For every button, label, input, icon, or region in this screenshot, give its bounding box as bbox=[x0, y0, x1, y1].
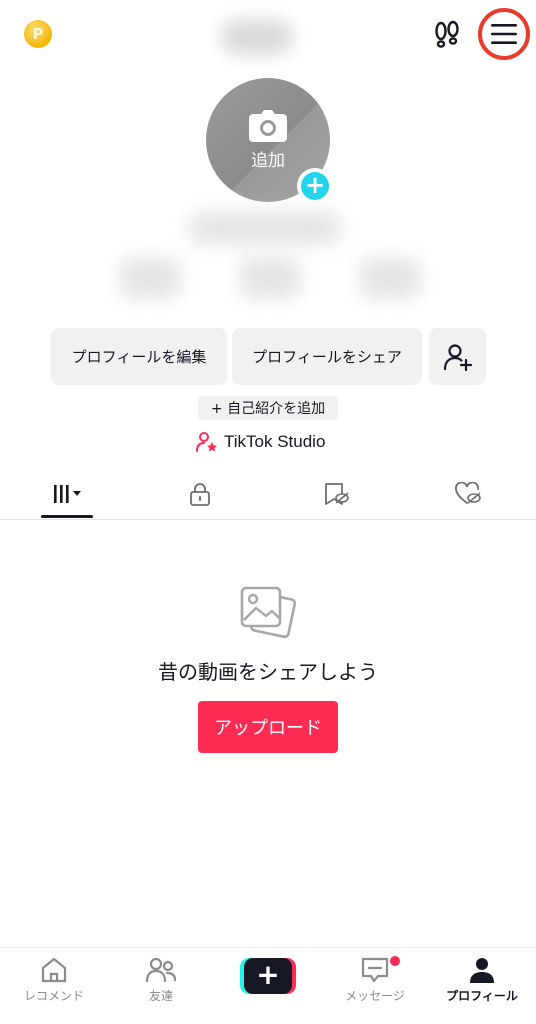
inbox-icon bbox=[361, 957, 389, 983]
edit-profile-label: プロフィールを編集 bbox=[71, 348, 207, 366]
add-bio-button[interactable]: + 自己紹介を追加 bbox=[198, 396, 338, 420]
photos-icon bbox=[238, 582, 298, 642]
coin-icon[interactable]: P bbox=[24, 20, 52, 48]
liked-hidden-icon bbox=[455, 482, 481, 504]
nav-home[interactable]: レコメンド bbox=[4, 956, 104, 1004]
nav-friends-label: 友達 bbox=[148, 989, 173, 1003]
create-button[interactable]: + bbox=[240, 958, 296, 994]
tab-liked[interactable] bbox=[428, 468, 508, 520]
hamburger-menu-icon bbox=[491, 24, 517, 44]
videos-grid-icon bbox=[54, 485, 81, 503]
tab-videos[interactable] bbox=[28, 468, 108, 520]
following-count-blurred bbox=[120, 258, 180, 298]
add-user-icon bbox=[443, 343, 472, 371]
share-profile-button[interactable]: プロフィールをシェア bbox=[232, 328, 422, 385]
coin-letter: P bbox=[32, 25, 44, 43]
nav-profile[interactable]: プロフィール bbox=[432, 956, 532, 1004]
home-icon bbox=[41, 957, 67, 983]
nav-friends[interactable]: 友達 bbox=[111, 956, 211, 1004]
empty-state-message: 昔の動画をシェアしよう bbox=[158, 660, 378, 684]
avatar-add-label: 追加 bbox=[251, 150, 285, 171]
friends-icon bbox=[145, 957, 177, 983]
create-plus-icon: + bbox=[244, 958, 292, 994]
nav-inbox-label: メッセージ bbox=[345, 989, 405, 1003]
plus-icon: + bbox=[301, 172, 329, 200]
profile-tabs bbox=[0, 468, 536, 520]
inbox-badge bbox=[390, 956, 400, 966]
add-friend-button[interactable] bbox=[429, 328, 486, 385]
tab-saved[interactable] bbox=[296, 468, 376, 520]
camera-icon bbox=[249, 109, 287, 142]
profile-icon bbox=[470, 958, 494, 983]
active-tab-indicator bbox=[41, 515, 93, 518]
profile-handle-blurred bbox=[190, 212, 340, 244]
bottom-nav: レコメンド 友達 + メッセージ プロフィール bbox=[0, 947, 536, 1024]
lock-icon bbox=[190, 483, 210, 506]
nav-profile-label: プロフィール bbox=[446, 989, 518, 1003]
studio-icon bbox=[196, 432, 217, 452]
nav-inbox[interactable]: メッセージ bbox=[325, 956, 425, 1004]
share-profile-label: プロフィールをシェア bbox=[252, 348, 402, 366]
likes-count-blurred bbox=[360, 258, 420, 298]
upload-label: アップロード bbox=[214, 718, 322, 739]
tiktok-studio-label: TikTok Studio bbox=[224, 432, 326, 451]
upload-button[interactable]: アップロード bbox=[198, 701, 338, 753]
menu-button[interactable] bbox=[478, 8, 530, 60]
username-blurred bbox=[222, 20, 292, 54]
saved-hidden-icon bbox=[325, 483, 349, 505]
tab-private[interactable] bbox=[160, 468, 240, 520]
nav-home-label: レコメンド bbox=[23, 989, 84, 1003]
edit-profile-button[interactable]: プロフィールを編集 bbox=[51, 328, 227, 385]
footprints-icon[interactable] bbox=[432, 20, 462, 50]
avatar-add-button[interactable]: + bbox=[297, 168, 333, 204]
followers-count-blurred bbox=[240, 258, 300, 298]
tiktok-studio-link[interactable]: TikTok Studio bbox=[196, 430, 325, 454]
